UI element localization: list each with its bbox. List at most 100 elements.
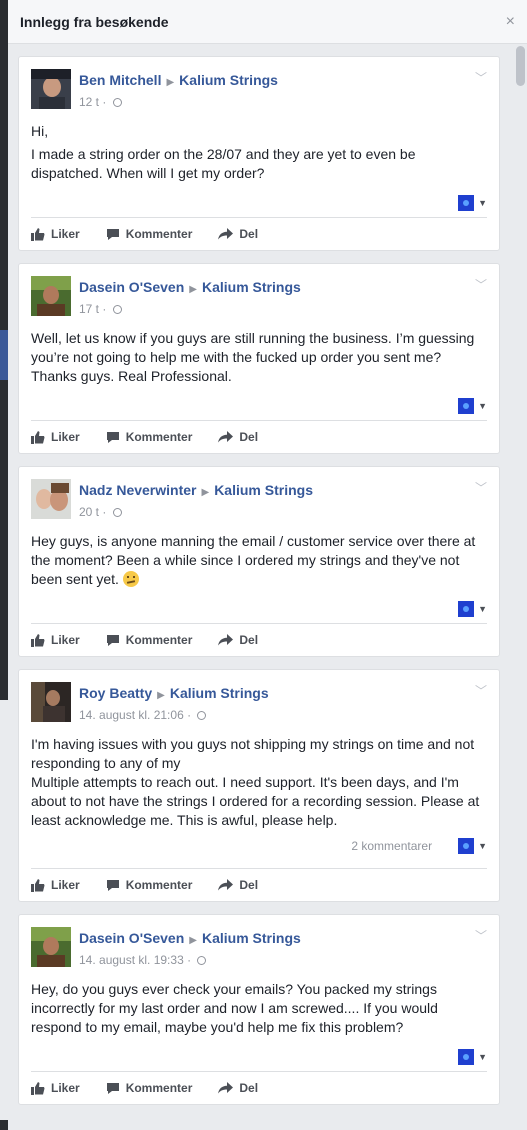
post-meta: 14. august kl. 19:33 · [79,952,487,968]
post-body: Well, let us know if you guys are still … [19,317,499,386]
comment-icon [106,228,120,241]
scrollbar-thumb[interactable] [516,46,525,86]
chevron-down-icon[interactable]: ﹀ [475,479,487,496]
thumbs-up-icon [31,1081,45,1095]
post-head-text: Dasein O'Seven ▶ Kalium Strings 17 t · [79,276,487,317]
visitor-posts-dialog: Innlegg fra besøkende × Ben Mitchell ▶ Kal… [8,0,527,1130]
page-link[interactable]: Kalium Strings [202,930,301,946]
thumbs-up-icon [31,430,45,444]
visitor-post: Ben Mitchell ▶ Kalium Strings 12 t · ﹀ Hi,… [18,56,500,251]
author-link[interactable]: Dasein O'Seven [79,279,184,295]
page-avatar-selector[interactable]: ▼ [458,1049,487,1065]
like-label: Liker [51,227,80,241]
caret-down-icon: ▼ [478,1052,487,1062]
comment-button[interactable]: Kommenter [106,430,192,444]
post-timestamp[interactable]: 14. august kl. 21:06 [79,708,184,722]
arrow-right-icon: ▶ [157,690,165,701]
post-actions: Liker Kommenter Del [31,868,487,901]
comment-button[interactable]: Kommenter [106,633,192,647]
avatar[interactable] [31,682,71,722]
avatar[interactable] [31,69,71,109]
post-paragraph: Hey guys, is anyone manning the email / … [31,532,487,589]
post-timestamp[interactable]: 20 t [79,505,99,519]
page-avatar-selector[interactable]: ▼ [458,195,487,211]
share-button[interactable]: Del [218,430,258,444]
chevron-down-icon[interactable]: ﹀ [475,276,487,293]
post-meta: 12 t · [79,94,487,110]
chevron-down-icon[interactable]: ﹀ [475,927,487,944]
post-footer-meta: ▼ [19,187,499,217]
post-meta: 14. august kl. 21:06 · [79,707,487,723]
avatar[interactable] [31,479,71,519]
page-link[interactable]: Kalium Strings [179,72,278,88]
share-label: Del [239,1081,259,1095]
post-names: Nadz Neverwinter ▶ Kalium Strings [79,481,487,502]
post-paragraph: Hi, [31,123,49,139]
post-timestamp[interactable]: 17 t [79,302,99,316]
like-button[interactable]: Liker [31,430,80,444]
post-actions: Liker Kommenter Del [31,623,487,656]
share-button[interactable]: Del [218,227,258,241]
page-avatar-icon [458,195,475,211]
globe-icon [112,305,122,314]
page-link[interactable]: Kalium Strings [214,482,313,498]
page-link[interactable]: Kalium Strings [202,279,301,295]
comment-button[interactable]: Kommenter [106,878,192,892]
chevron-down-icon[interactable]: ﹀ [475,682,487,699]
like-button[interactable]: Liker [31,633,80,647]
post-paragraph-text: Hey guys, is anyone manning the email / … [31,533,476,587]
post-header: Nadz Neverwinter ▶ Kalium Strings 20 t · ﹀ [19,467,499,520]
share-label: Del [239,430,259,444]
page-link[interactable]: Kalium Strings [170,685,269,701]
post-paragraph: Multiple attempts to reach out. I need s… [31,774,480,828]
author-link[interactable]: Roy Beatty [79,685,152,701]
globe-icon [197,711,207,720]
like-button[interactable]: Liker [31,878,80,892]
comment-button[interactable]: Kommenter [106,1081,192,1095]
globe-icon [112,508,122,517]
post-header: Dasein O'Seven ▶ Kalium Strings 17 t · ﹀ [19,264,499,317]
visitor-post: Roy Beatty ▶ Kalium Strings 14. august kl.… [18,669,500,902]
post-head-text: Nadz Neverwinter ▶ Kalium Strings 20 t · [79,479,487,520]
author-link[interactable]: Nadz Neverwinter [79,482,196,498]
post-header: Dasein O'Seven ▶ Kalium Strings 14. august… [19,915,499,968]
caret-down-icon: ▼ [478,604,487,614]
share-label: Del [239,633,259,647]
post-body: Hey, do you guys ever check your emails?… [19,968,499,1037]
share-button[interactable]: Del [218,633,258,647]
comment-icon [106,879,120,892]
post-timestamp[interactable]: 12 t [79,95,99,109]
avatar[interactable] [31,927,71,967]
background-light-block [0,700,8,1120]
author-link[interactable]: Ben Mitchell [79,72,161,88]
avatar[interactable] [31,276,71,316]
comment-icon [106,1082,120,1095]
scrollbar[interactable] [516,46,525,1130]
chevron-down-icon[interactable]: ﹀ [475,69,487,86]
comment-count-link[interactable]: 2 kommentarer [351,839,432,853]
post-head-text: Dasein O'Seven ▶ Kalium Strings 14. august… [79,927,487,968]
like-button[interactable]: Liker [31,227,80,241]
page-avatar-selector[interactable]: ▼ [458,601,487,617]
close-icon[interactable]: × [506,13,515,31]
page-avatar-selector[interactable]: ▼ [458,838,487,854]
arrow-right-icon: ▶ [189,935,197,946]
like-button[interactable]: Liker [31,1081,80,1095]
post-paragraph: I'm having issues with you guys not ship… [31,736,475,771]
thumbs-up-icon [31,878,45,892]
thumbs-up-icon [31,227,45,241]
author-link[interactable]: Dasein O'Seven [79,930,184,946]
globe-icon [197,956,207,965]
background-page-strip [0,0,8,1130]
share-button[interactable]: Del [218,878,258,892]
post-paragraph: Well, let us know if you guys are still … [31,330,475,384]
share-button[interactable]: Del [218,1081,258,1095]
like-label: Liker [51,430,80,444]
share-arrow-icon [218,879,234,891]
comment-button[interactable]: Kommenter [106,227,193,241]
post-timestamp[interactable]: 14. august kl. 19:33 [79,953,184,967]
comment-label: Kommenter [125,227,193,241]
share-label: Del [239,227,259,241]
page-avatar-selector[interactable]: ▼ [458,398,487,414]
page-avatar-icon [458,1049,475,1065]
